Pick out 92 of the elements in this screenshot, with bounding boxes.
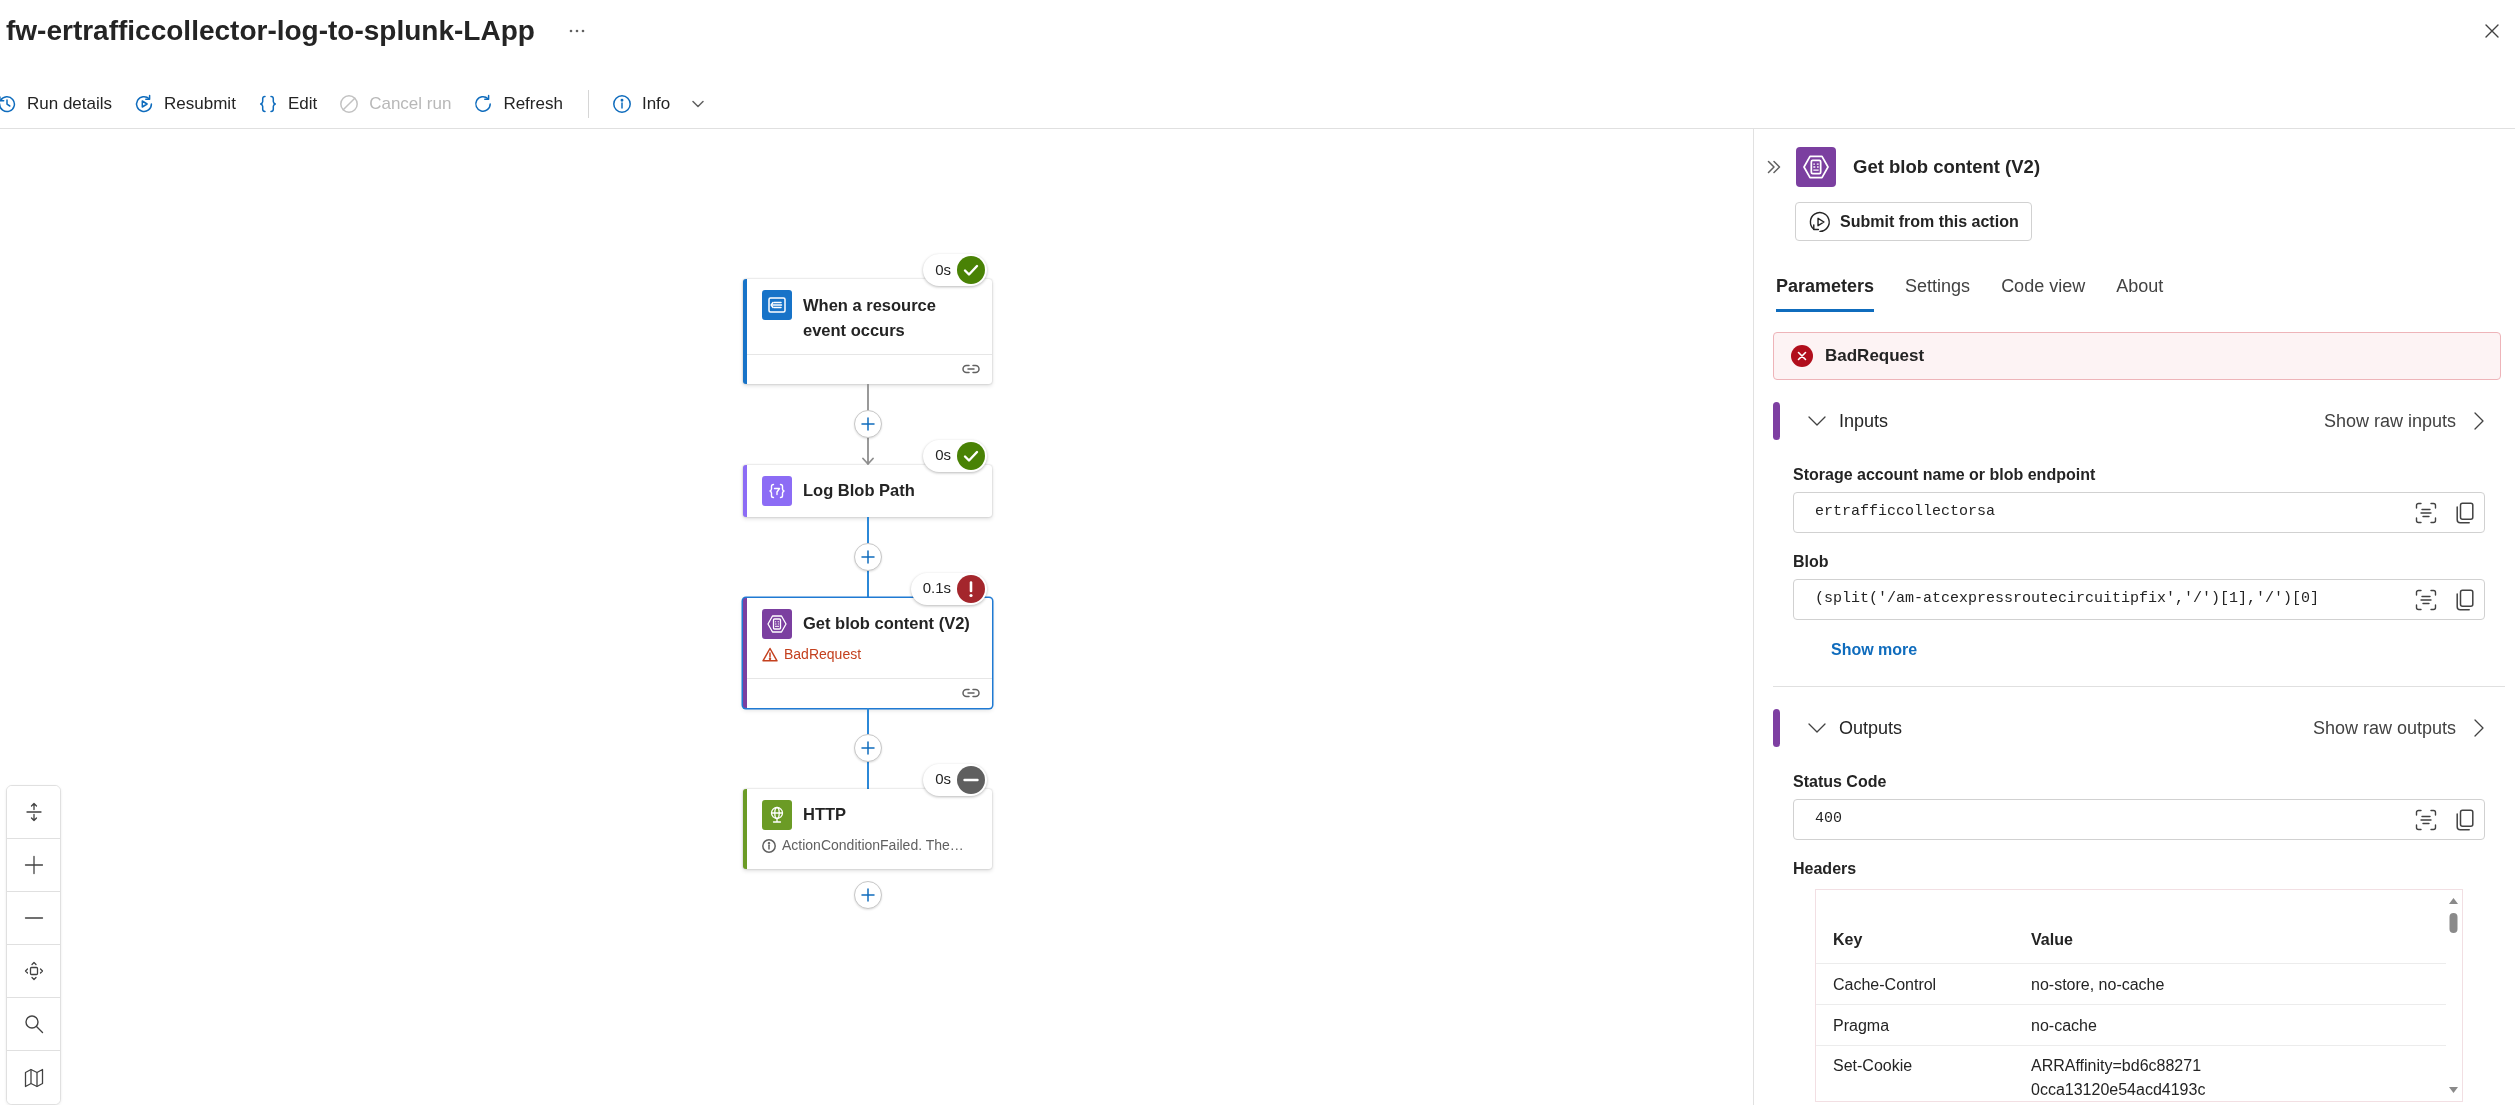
zoom-in-button[interactable] [7,839,60,892]
toolbar-button[interactable]: Run details [0,86,122,122]
text-lines-icon[interactable] [2415,588,2437,611]
plus-icon [860,417,875,431]
add-step-button[interactable] [853,734,882,762]
center-view-button[interactable] [7,945,60,998]
minus-icon [23,916,44,920]
braces-icon [257,94,278,114]
chevron-right-icon [2474,719,2484,737]
toolbar-button[interactable]: Resubmit [125,86,245,122]
field-label: Status Code [1793,772,1888,792]
action-title: Log Blob Path [803,480,915,501]
add-step-button[interactable] [853,543,882,571]
action-title: HTTP [803,804,847,825]
accent-bar [1773,402,1780,440]
table-cell: Cache-Control [1816,963,2031,1004]
replay-icon [134,94,155,114]
link-icon [962,364,980,374]
table-cell: Pragma [1816,1004,2031,1045]
input-field[interactable]: (split('/am-atcexpressroutecircuitipfix','/')[1],'/')[0] [1793,579,2485,620]
field-label: Storage account name or blob endpoint [1793,465,2097,485]
panel-title: Get blob content (V2) [1853,155,2041,180]
error-message: BadRequest [1825,345,1925,368]
section-toggle[interactable]: Inputs [1808,407,1889,435]
raw-data-link[interactable]: Show raw outputs [2312,714,2484,742]
input-field[interactable]: 400 [1793,799,2485,840]
action-card[interactable]: HTTP ActionConditionFailed. The… [743,788,992,869]
text-lines-icon[interactable] [2415,501,2437,524]
action-card[interactable]: Log Blob Path [743,464,992,517]
fit-height-button[interactable] [7,786,60,839]
info-icon [611,94,632,114]
table-cell: Set-Cookie [1816,1045,2031,1101]
column-header: Value [2031,917,2446,963]
chevron-right-icon [2474,412,2484,430]
move-icon [23,961,44,981]
more-icon [568,29,585,33]
plus-icon [860,550,875,564]
column-header: Key [1816,917,2031,963]
plus-icon [23,855,44,875]
duration-text: 0s [935,259,951,280]
action-title: When a resource event occurs [803,294,937,341]
chevron-down-icon [692,100,705,108]
raw-data-link[interactable]: Show raw inputs [2323,407,2484,435]
tab[interactable]: Parameters [1776,275,1875,312]
plus-icon [860,887,875,902]
blocked-icon [339,94,360,114]
section-toggle[interactable]: Outputs [1808,714,1903,742]
error-message: BadRequest [784,645,862,664]
text-lines-icon[interactable] [2415,808,2437,831]
copy-icon[interactable] [2456,501,2474,524]
replay-icon [1808,209,1832,234]
field-label: Blob [1793,552,1830,572]
copy-icon[interactable] [2456,808,2474,831]
search-icon [23,1014,44,1034]
add-step-button[interactable] [853,880,882,909]
warning-icon [762,647,778,662]
error-icon [1791,345,1813,367]
status-message: ActionConditionFailed. The… [782,836,964,855]
toolbar-button[interactable]: Info [602,86,714,122]
copy-icon[interactable] [2456,588,2474,611]
double-chevron-icon[interactable] [1766,159,1782,175]
action-card[interactable]: Get blob content (V2) BadRequest [743,597,992,708]
submit-button[interactable]: Submit from this action [1795,202,2032,241]
duration-text: 0s [935,769,951,790]
input-field[interactable]: ertrafficcollectorsa [1793,492,2485,533]
hexagon-file-icon [1796,147,1836,187]
search-button[interactable] [7,998,60,1051]
add-step-button[interactable] [853,410,882,438]
page-title: fw-ertrafficcollector-log-to-splunk-LApp [6,14,535,48]
table-cell: no-store, no-cache [2031,963,2446,1004]
tab[interactable]: Code view [2001,275,2086,312]
refresh-icon [473,94,494,114]
field-label: Headers [1793,859,1858,879]
link-icon [962,688,980,698]
show-more-link[interactable]: Show more [1831,639,1918,661]
action-title: Get blob content (V2) [803,613,970,634]
table-cell: ARRAffinity=bd6c88271 0cca13120e54acd4193c [2031,1045,2446,1101]
toolbar-button[interactable]: Edit [248,86,327,122]
map-icon [23,1067,44,1088]
table-cell: no-cache [2031,1004,2446,1045]
toolbar-button[interactable]: Refresh [464,86,572,122]
duration-text: 0s [935,445,951,466]
close-icon [2485,24,2499,38]
accent-bar [1773,709,1780,747]
minimap-button[interactable] [7,1051,60,1104]
history-icon [0,94,17,114]
tab[interactable]: About [2116,275,2164,312]
tab[interactable]: Settings [1905,275,1971,312]
plus-icon [860,741,875,755]
info-icon [762,838,776,853]
duration-text: 0.1s [922,578,951,599]
action-card[interactable]: When a resource event occurs [743,279,992,384]
